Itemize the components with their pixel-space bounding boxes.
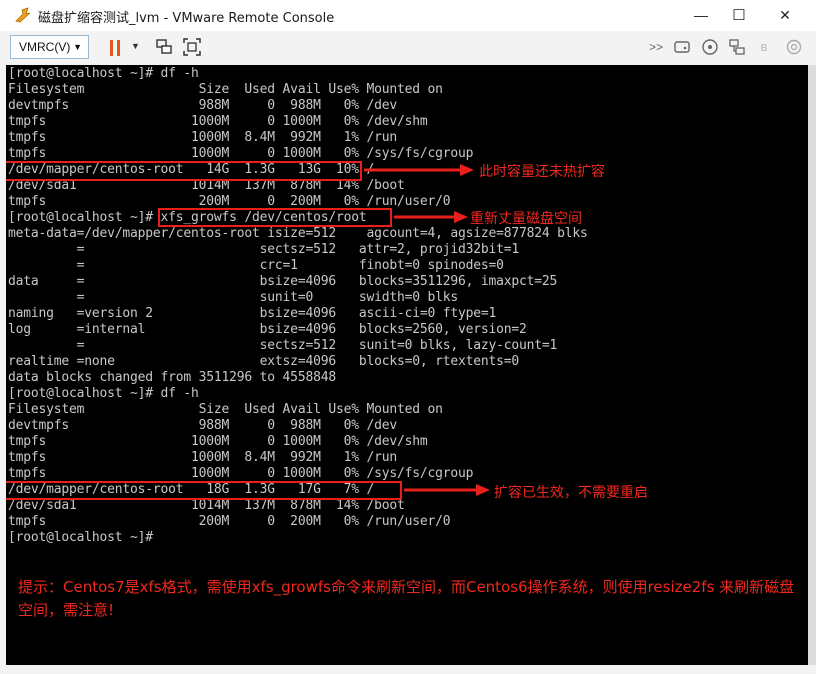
title-bar: 磁盘扩缩容测试_lvm - VMware Remote Console — ☐ …	[0, 0, 816, 31]
window-title: 磁盘扩缩容测试_lvm - VMware Remote Console	[38, 11, 335, 26]
bluetooth-icon[interactable]: ʙ	[755, 38, 773, 56]
terminal-line: log =internal bsize=4096 blocks=2560, ve…	[8, 322, 527, 337]
terminal-line: [root@localhost ~]# df -h	[8, 386, 199, 401]
terminal-line: = sectsz=512 sunit=0 blks, lazy-count=1	[8, 338, 558, 353]
annotation-note-command: 重新丈量磁盘空间	[470, 211, 582, 227]
terminal-line: naming =version 2 bsize=4096 ascii-ci=0 …	[8, 306, 497, 321]
terminal-line: = sunit=0 swidth=0 blks	[8, 290, 459, 305]
pause-icon[interactable]	[110, 40, 113, 56]
right-edge	[808, 65, 816, 674]
vmrc-menu-label: VMRC(V)	[19, 40, 71, 54]
terminal-line: tmpfs 1000M 0 1000M 0% /sys/fs/cgroup	[8, 146, 474, 161]
vm-console-screen[interactable]: [root@localhost ~]# df -h Filesystem Size…	[6, 65, 808, 665]
terminal-line: tmpfs 1000M 8.4M 992M 1% /run	[8, 130, 397, 145]
terminal-line: = sectsz=512 attr=2, projid32bit=1	[8, 242, 520, 257]
close-button[interactable]: ✕	[762, 0, 808, 31]
fullscreen-icon[interactable]	[182, 37, 202, 57]
terminal-line: [root@localhost ~]#	[8, 530, 153, 545]
highlight-box-after	[6, 481, 402, 500]
terminal-line: = crc=1 finobt=0 spinodes=0	[8, 258, 504, 273]
terminal-line: tmpfs 1000M 0 1000M 0% /dev/shm	[8, 434, 428, 449]
vmrc-menu-button[interactable]: VMRC(V) ▼	[10, 35, 89, 59]
fast-forward-icon[interactable]: >>	[647, 38, 665, 56]
highlight-box-before	[6, 161, 362, 181]
hard-disk-icon[interactable]	[672, 37, 692, 57]
terminal-line: data blocks changed from 3511296 to 4558…	[8, 370, 336, 385]
terminal-line: tmpfs 1000M 0 1000M 0% /sys/fs/cgroup	[8, 466, 474, 481]
highlight-box-command	[158, 208, 392, 227]
terminal-line: [root@localhost ~]# df -h	[8, 66, 199, 81]
toolbar: VMRC(V) ▼ ▼ >> ʙ	[0, 31, 816, 65]
terminal-line: devtmpfs 988M 0 988M 0% /dev	[8, 98, 397, 113]
cd-rom-icon[interactable]	[700, 37, 720, 57]
annotation-tip: 提示：Centos7是xfs格式，需使用xfs_growfs命令来刷新空间，而C…	[18, 578, 795, 619]
window-bottom-border	[0, 665, 816, 674]
terminal-line: tmpfs 1000M 0 1000M 0% /dev/shm	[8, 114, 428, 129]
vmware-console-icon	[15, 7, 31, 23]
audio-icon[interactable]	[784, 37, 804, 57]
power-dropdown-icon[interactable]: ▼	[131, 41, 140, 51]
chevron-down-icon: ▼	[73, 42, 82, 52]
network-icon[interactable]	[727, 37, 747, 57]
terminal-line: realtime =none extsz=4096 blocks=0, rtex…	[8, 354, 519, 369]
maximize-button[interactable]: ☐	[716, 0, 762, 31]
terminal-output: [root@localhost ~]# df -h Filesystem Size…	[8, 66, 588, 546]
pause-icon-bar[interactable]	[117, 40, 120, 56]
terminal-line: devtmpfs 988M 0 988M 0% /dev	[8, 418, 397, 433]
annotation-note-before: 此时容量还未热扩容	[479, 164, 605, 180]
vmrc-window: 磁盘扩缩容测试_lvm - VMware Remote Console — ☐ …	[0, 0, 816, 674]
terminal-line: Filesystem Size Used Avail Use% Mounted …	[8, 402, 443, 417]
annotation-note-after: 扩容已生效，不需要重启	[494, 485, 648, 501]
terminal-line: Filesystem Size Used Avail Use% Mounted …	[8, 82, 443, 97]
send-ctrl-alt-del-icon[interactable]	[154, 37, 174, 57]
terminal-line: data = bsize=4096 blocks=3511296, imaxpc…	[8, 274, 558, 289]
terminal-line: tmpfs 1000M 8.4M 992M 1% /run	[8, 450, 397, 465]
terminal-line: tmpfs 200M 0 200M 0% /run/user/0	[8, 514, 451, 529]
terminal-line: meta-data=/dev/mapper/centos-root isize=…	[8, 226, 588, 241]
